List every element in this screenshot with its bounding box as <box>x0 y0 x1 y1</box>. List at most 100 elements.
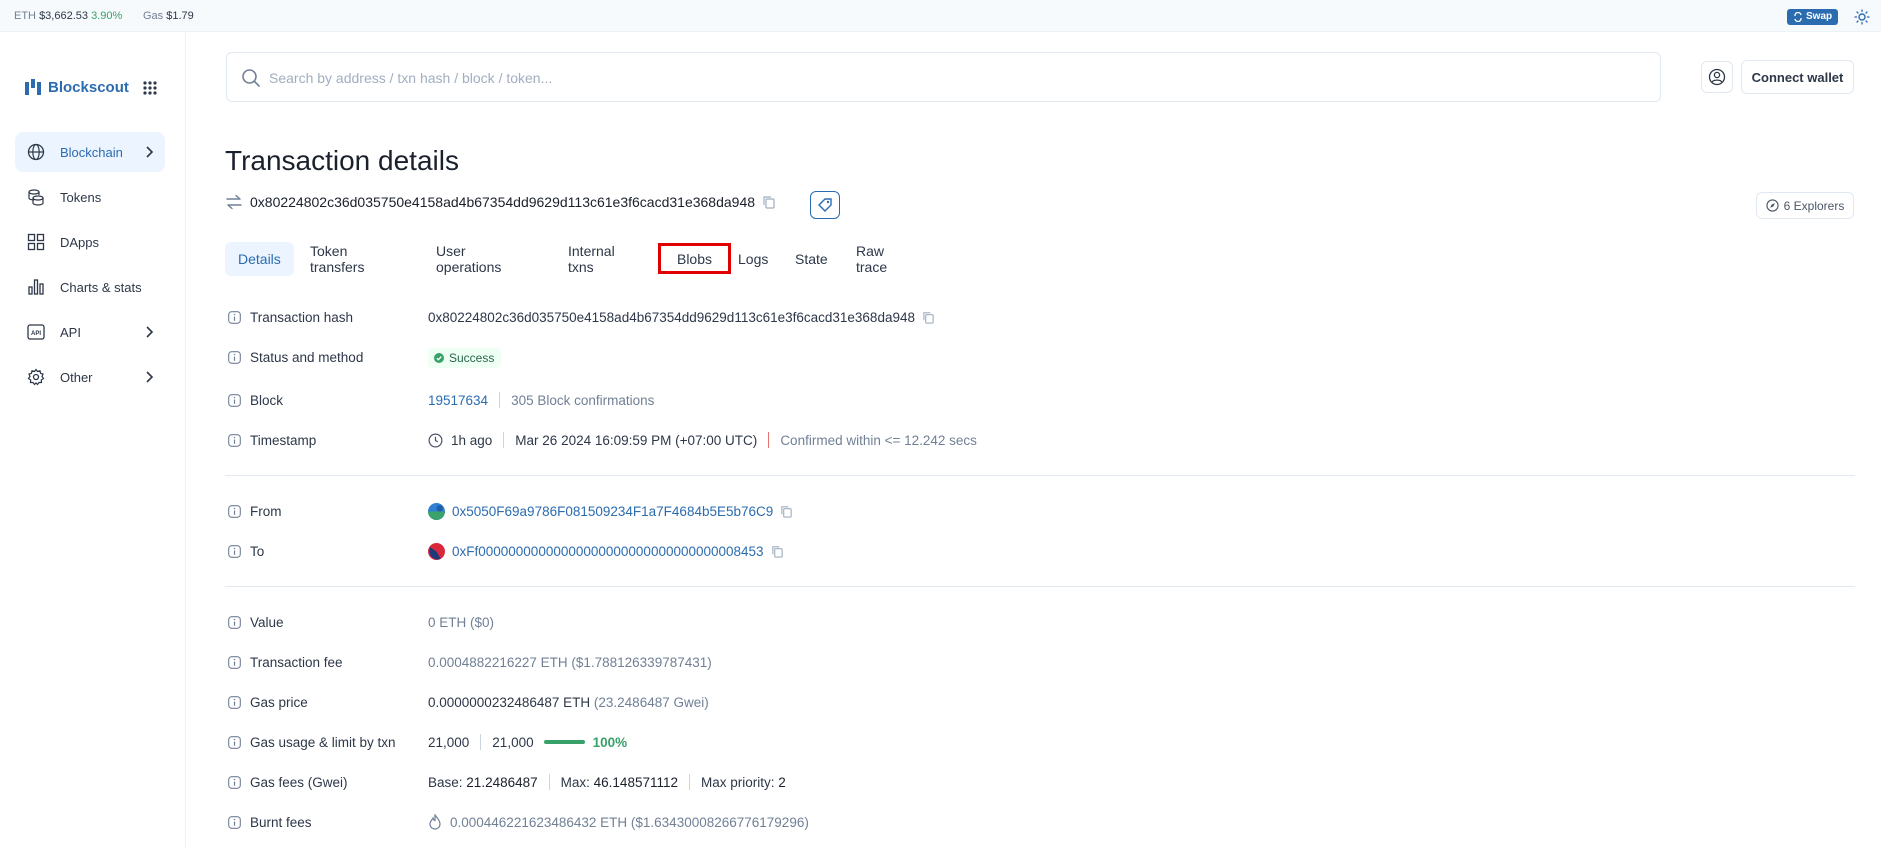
brand-name: Blockscout <box>48 78 129 96</box>
copy-icon[interactable] <box>922 311 935 324</box>
gas-label: Gas <box>143 10 164 22</box>
info-icon[interactable] <box>228 815 241 829</box>
sidebar-item-tokens[interactable]: Tokens <box>15 177 165 217</box>
address-avatar <box>428 502 445 520</box>
info-icon[interactable] <box>228 504 241 518</box>
section-divider <box>225 475 1855 476</box>
detail-label-timestamp: Timestamp <box>228 430 316 450</box>
blockscout-logo-icon <box>25 79 41 95</box>
tab-blobs[interactable]: Blobs <box>658 243 731 274</box>
detail-label-status: Status and method <box>228 347 363 367</box>
tab-token-transfers[interactable]: Token transfers <box>297 242 377 276</box>
sidebar-item-other[interactable]: Other <box>15 357 165 397</box>
sun-icon[interactable] <box>1854 9 1870 25</box>
search-bar <box>226 52 1661 102</box>
page-title: Transaction details <box>225 145 459 176</box>
sidebar-item-label: Blockchain <box>60 145 123 160</box>
tx-hash-header: 0x80224802c36d035750e4158ad4b67354dd9629… <box>225 193 776 211</box>
swap-icon <box>1794 12 1802 22</box>
detail-label-from: From <box>228 501 282 521</box>
tab-state[interactable]: State <box>782 242 841 276</box>
add-tag-button[interactable] <box>810 191 840 219</box>
api-icon: API <box>27 324 45 340</box>
check-circle-icon <box>434 353 444 363</box>
section-divider <box>225 586 1855 587</box>
detail-label-gas-price: Gas price <box>228 692 308 712</box>
explorers-label: 6 Explorers <box>1783 198 1845 213</box>
clock-icon <box>428 433 443 447</box>
sidebar-item-dapps[interactable]: DApps <box>15 222 165 262</box>
profile-button[interactable] <box>1701 61 1733 93</box>
info-icon[interactable] <box>228 544 241 558</box>
block-confirmations: 305 Block confirmations <box>511 392 655 408</box>
eth-price-ticker: ETH $3,662.53 3.90% <box>14 10 122 22</box>
svg-text:API: API <box>31 331 41 337</box>
info-icon[interactable] <box>228 310 241 324</box>
address-avatar <box>428 542 445 560</box>
search-input[interactable] <box>269 65 1569 91</box>
from-value: 0x5050F69a9786F081509234F1a7F4684b5E5b76… <box>428 501 793 521</box>
status-value: Success <box>428 348 502 368</box>
compass-icon <box>1766 199 1779 212</box>
timestamp-value: 1h ago Mar 26 2024 16:09:59 PM (+07:00 U… <box>428 430 977 450</box>
explorers-button[interactable]: 6 Explorers <box>1756 192 1854 219</box>
flame-icon <box>429 814 441 830</box>
tab-details[interactable]: Details <box>225 242 294 276</box>
gas-usage-value: 21,000 21,000 100% <box>428 734 628 750</box>
copy-icon[interactable] <box>771 545 784 558</box>
globe-icon <box>27 143 45 161</box>
detail-label-value: Value <box>228 612 284 632</box>
top-bar: ETH $3,662.53 3.90% Gas $1.79 Swap <box>0 0 1881 32</box>
info-icon[interactable] <box>228 615 241 629</box>
info-icon[interactable] <box>228 695 241 709</box>
sidebar-item-label: Tokens <box>60 190 102 205</box>
gas-fees-value: Base: 21.2486487 Max: 46.148571112 Max p… <box>428 774 786 790</box>
chart-icon <box>28 279 44 295</box>
copy-icon[interactable] <box>762 195 776 209</box>
info-icon[interactable] <box>228 655 241 669</box>
swap-label: Swap <box>1806 11 1833 22</box>
detail-label-tx-hash: Transaction hash <box>228 307 353 327</box>
swap-button[interactable]: Swap <box>1787 9 1839 25</box>
tab-internal-txns[interactable]: Internal txns <box>555 242 628 276</box>
info-icon[interactable] <box>228 433 241 447</box>
value-value: 0 ETH ($0) <box>428 614 495 630</box>
status-badge: Success <box>428 348 502 368</box>
tx-hash-title: 0x80224802c36d035750e4158ad4b67354dd9629… <box>250 194 756 210</box>
sidebar-item-label: DApps <box>60 235 100 250</box>
block-value: 19517634 305 Block confirmations <box>428 390 654 410</box>
sidebar-item-api[interactable]: API API <box>15 312 165 352</box>
tab-user-operations[interactable]: User operations <box>423 242 514 276</box>
info-icon[interactable] <box>228 735 241 749</box>
gas-price-ticker: Gas $1.79 <box>143 10 194 22</box>
to-address-link[interactable]: 0xFf000000000000000000000000000000000084… <box>452 544 764 559</box>
block-number-link[interactable]: 19517634 <box>428 393 488 408</box>
sidebar-item-blockchain[interactable]: Blockchain <box>15 132 165 172</box>
tab-logs[interactable]: Logs <box>725 242 781 276</box>
detail-label-burnt: Burnt fees <box>228 812 312 832</box>
gas-price: $1.79 <box>166 10 194 22</box>
from-address-link[interactable]: 0x5050F69a9786F081509234F1a7F4684b5E5b76… <box>452 504 773 519</box>
blockscout-logo[interactable]: Blockscout <box>24 78 129 96</box>
connect-wallet-button[interactable]: Connect wallet <box>1741 60 1854 94</box>
detail-label-block: Block <box>228 390 283 410</box>
sidebar-item-label: Other <box>60 370 93 385</box>
eth-price: $3,662.53 <box>39 10 88 22</box>
info-icon[interactable] <box>228 775 241 789</box>
tab-raw-trace[interactable]: Raw trace <box>843 242 900 276</box>
copy-icon[interactable] <box>780 505 793 518</box>
detail-label-gas-fees: Gas fees (Gwei) <box>228 772 348 792</box>
tag-icon <box>818 198 832 212</box>
to-value: 0xFf000000000000000000000000000000000084… <box>428 541 784 561</box>
apps-menu-icon[interactable] <box>142 80 158 96</box>
chevron-right-icon <box>146 371 154 383</box>
chevron-right-icon <box>146 146 154 158</box>
info-icon[interactable] <box>228 350 241 364</box>
detail-label-fee: Transaction fee <box>228 652 343 672</box>
transfer-arrows-icon <box>226 194 242 210</box>
info-icon[interactable] <box>228 393 241 407</box>
search-icon <box>242 69 260 87</box>
sidebar-item-charts-stats[interactable]: Charts & stats <box>15 267 165 307</box>
tx-hash-value: 0x80224802c36d035750e4158ad4b67354dd9629… <box>428 307 935 327</box>
fee-value: 0.0004882216227 ETH ($1.788126339787431) <box>428 654 712 670</box>
